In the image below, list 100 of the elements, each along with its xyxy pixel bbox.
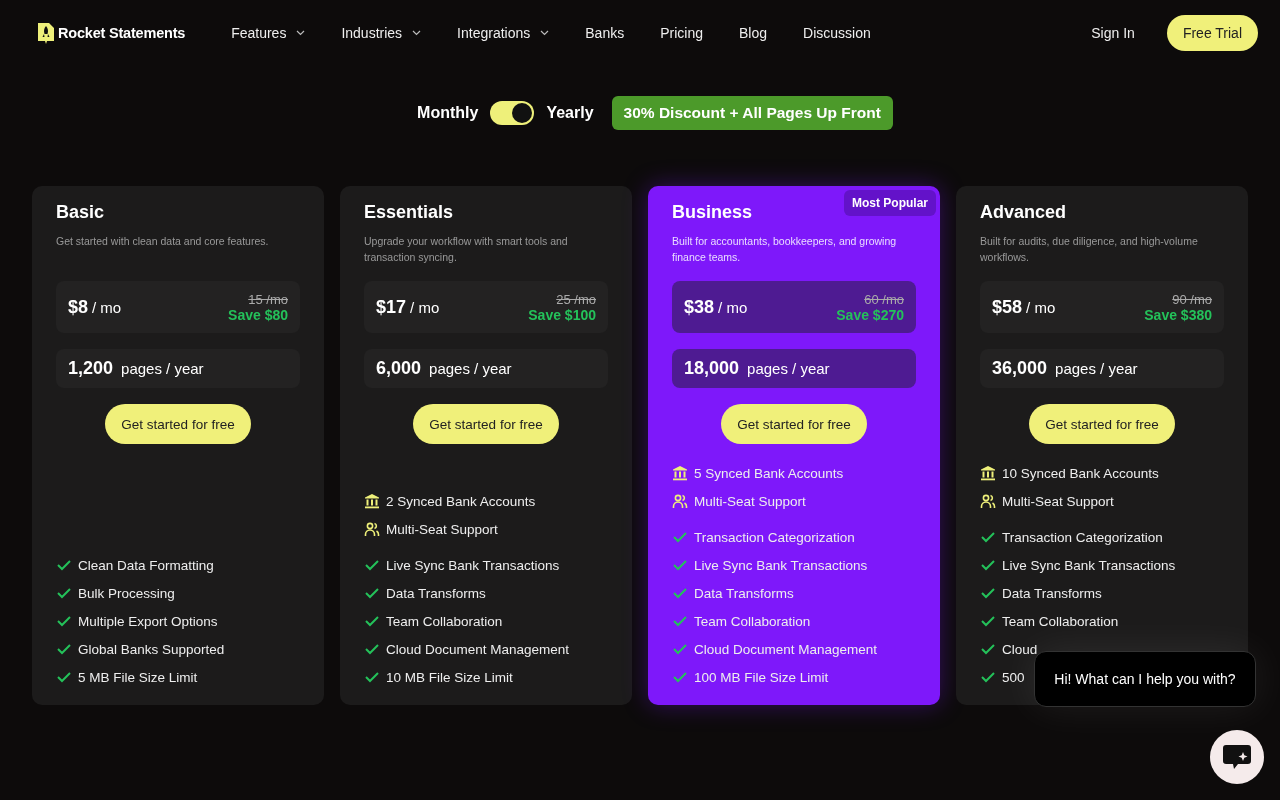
nav-link[interactable]: Banks	[585, 25, 625, 41]
old-price: 25 /mo	[556, 291, 596, 307]
plan-price: $17 / mo	[376, 296, 440, 318]
get-started-button[interactable]: Get started for free	[105, 404, 251, 444]
feature-text: 5 Synced Bank Accounts	[694, 465, 844, 481]
check-icon	[980, 643, 996, 655]
plan-price: $38 / mo	[684, 296, 748, 318]
nav-link[interactable]: Pricing	[660, 25, 703, 41]
feature-text: Cloud Document Management	[386, 641, 570, 657]
bank-icon	[364, 493, 380, 509]
pages-unit: pages / year	[1055, 360, 1138, 377]
check-icon	[980, 587, 996, 599]
feature-text: Cloud Document Management	[694, 641, 878, 657]
plan-price: $8 / mo	[68, 296, 122, 318]
nav-link[interactable]: Integrations	[457, 25, 550, 41]
pages-count: 1,200	[68, 358, 114, 379]
pages-count: 6,000	[376, 358, 422, 379]
pages-count: 18,000	[684, 358, 740, 379]
feature-text: Live Sync Bank Transactions	[386, 557, 560, 573]
plan-name: Essentials	[364, 202, 454, 223]
get-started-button[interactable]: Get started for free	[1029, 404, 1175, 444]
chat-button[interactable]	[1210, 730, 1264, 784]
check-icon	[672, 531, 688, 543]
old-price: 90 /mo	[1172, 291, 1212, 307]
pages-count: 36,000	[992, 358, 1048, 379]
feature-text: 500	[1002, 669, 1025, 685]
plan-name: Basic	[56, 202, 105, 223]
feature-text: Team Collaboration	[386, 613, 503, 629]
feature-text: Global Banks Supported	[78, 641, 225, 657]
check-icon	[364, 559, 380, 571]
nav-link[interactable]: Industries	[341, 25, 422, 41]
feature-text: Multi-Seat Support	[386, 521, 498, 537]
feature-text: Data Transforms	[386, 585, 486, 601]
check-icon	[364, 671, 380, 683]
check-icon	[672, 615, 688, 627]
plan-name: Business	[672, 202, 753, 223]
chat-sparkle-icon	[1222, 744, 1252, 770]
feature-text: Bulk Processing	[78, 585, 175, 601]
discount-badge: 30% Discount + All Pages Up Front	[611, 96, 893, 130]
check-icon	[364, 587, 380, 599]
rocket-logo-icon	[38, 22, 54, 44]
plan-description: Built for audits, due diligence, and high-volume workflows.	[980, 234, 1199, 265]
feature-text: Clean Data Formatting	[78, 557, 214, 573]
free-trial-button[interactable]: Free Trial	[1166, 15, 1258, 51]
savings-text: Save $80	[228, 306, 288, 323]
savings-text: Save $100	[528, 306, 596, 323]
check-icon	[364, 615, 380, 627]
check-icon	[56, 559, 72, 571]
check-icon	[672, 559, 688, 571]
billing-toggle[interactable]	[490, 101, 535, 125]
plan-description: Built for accountants, bookkeepers, and growing finance teams.	[672, 234, 898, 265]
feature-text: Multi-Seat Support	[694, 493, 806, 509]
nav-link[interactable]: Blog	[739, 25, 768, 41]
check-icon	[56, 643, 72, 655]
feature-text: 100 MB File Size Limit	[694, 669, 829, 685]
old-price: 15 /mo	[248, 291, 288, 307]
feature-text: Live Sync Bank Transactions	[1002, 557, 1176, 573]
check-icon	[980, 615, 996, 627]
check-icon	[56, 615, 72, 627]
nav-link[interactable]: Discussion	[803, 25, 871, 41]
plan-name: Advanced	[980, 202, 1067, 223]
chevron-down-icon	[540, 30, 550, 36]
feature-text: Data Transforms	[1002, 585, 1102, 601]
users-icon	[672, 493, 688, 509]
get-started-button[interactable]: Get started for free	[721, 404, 867, 444]
plan-description: Upgrade your workflow with smart tools and transaction syncing.	[364, 234, 569, 265]
users-icon	[364, 521, 380, 537]
savings-text: Save $380	[1144, 306, 1212, 323]
check-icon	[672, 643, 688, 655]
feature-text: 10 MB File Size Limit	[386, 669, 513, 685]
savings-text: Save $270	[836, 306, 904, 323]
check-icon	[672, 587, 688, 599]
feature-text: Live Sync Bank Transactions	[694, 557, 868, 573]
check-icon	[56, 671, 72, 683]
monthly-label: Monthly	[417, 104, 479, 122]
get-started-button[interactable]: Get started for free	[413, 404, 559, 444]
pages-unit: pages / year	[429, 360, 512, 377]
feature-text: Multiple Export Options	[78, 613, 218, 629]
bank-icon	[980, 465, 996, 481]
feature-text: Team Collaboration	[1002, 613, 1119, 629]
feature-text: Team Collaboration	[694, 613, 811, 629]
feature-text: 10 Synced Bank Accounts	[1002, 465, 1159, 481]
bank-icon	[672, 465, 688, 481]
old-price: 60 /mo	[864, 291, 904, 307]
sign-in-link[interactable]: Sign In	[1091, 25, 1135, 41]
feature-text: 2 Synced Bank Accounts	[386, 493, 536, 509]
feature-text: Transaction Categorization	[694, 529, 855, 545]
chevron-down-icon	[296, 30, 306, 36]
check-icon	[364, 643, 380, 655]
users-icon	[980, 493, 996, 509]
feature-text: 5 MB File Size Limit	[78, 669, 198, 685]
chevron-down-icon	[412, 30, 422, 36]
most-popular-badge: Most Popular	[844, 190, 936, 216]
feature-text: Data Transforms	[694, 585, 794, 601]
plan-price: $58 / mo	[992, 296, 1056, 318]
brand-name: Rocket Statements	[58, 25, 186, 41]
plan-description: Get started with clean data and core features.	[56, 234, 270, 249]
feature-text: Multi-Seat Support	[1002, 493, 1114, 509]
check-icon	[980, 559, 996, 571]
nav-link[interactable]: Features	[231, 25, 306, 41]
